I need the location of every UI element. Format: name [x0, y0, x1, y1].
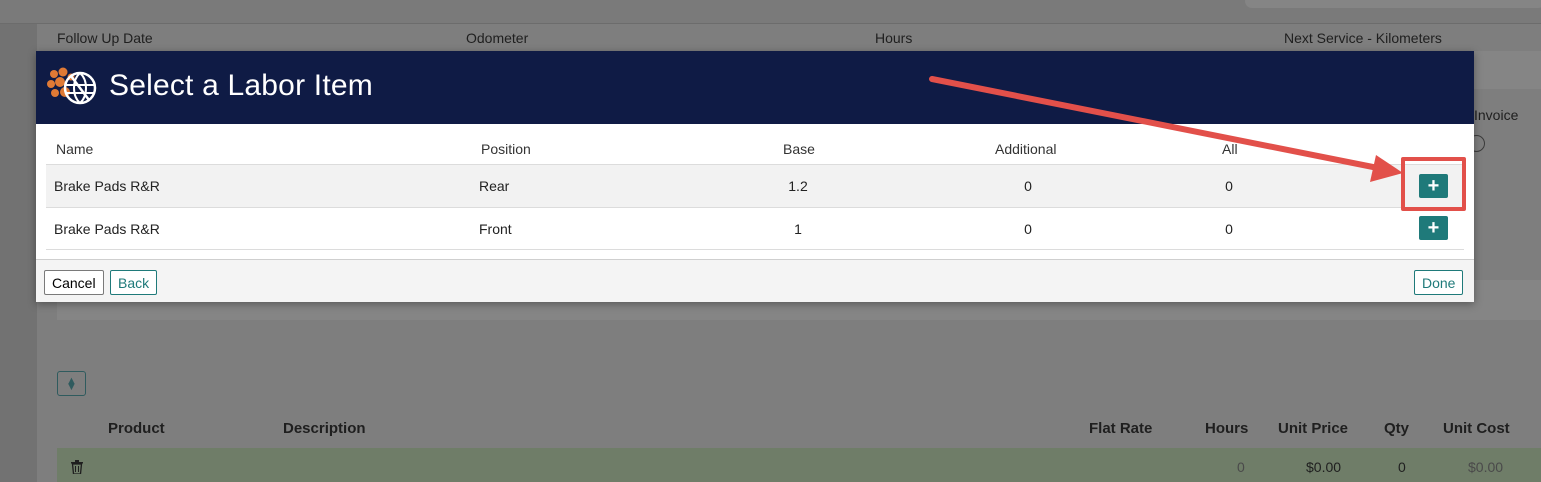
- back-button[interactable]: Back: [110, 270, 158, 295]
- table-row[interactable]: Brake Pads R&R Front 1 0 0 +: [46, 208, 1464, 250]
- row-position: Front: [479, 221, 512, 237]
- odometer-label: Odometer: [466, 30, 529, 46]
- row-additional: 0: [1024, 221, 1032, 237]
- row-all: 0: [1225, 178, 1233, 194]
- company-logo-icon: [47, 67, 97, 105]
- row-position: Rear: [479, 178, 510, 194]
- modal-footer: Cancel Back Done: [36, 259, 1474, 302]
- th-qty: Qty: [1384, 420, 1410, 437]
- col-all: All: [1222, 141, 1238, 157]
- trash-icon: [71, 460, 83, 474]
- background-search-field: [1245, 0, 1541, 8]
- labor-item-modal: Select a Labor Item Name Position Base A…: [36, 51, 1474, 302]
- col-position: Position: [481, 141, 531, 157]
- sort-toggle-button: ▲ ▼: [57, 371, 86, 396]
- row-all: 0: [1225, 221, 1233, 237]
- row-additional: 0: [1024, 178, 1032, 194]
- line-hours: 0: [1237, 459, 1245, 475]
- row-base: 1.2: [788, 178, 808, 194]
- row-divider: [46, 249, 1464, 250]
- add-labor-item-button[interactable]: +: [1419, 216, 1448, 240]
- next-service-label: Next Service - Kilometers: [1284, 30, 1442, 46]
- col-name: Name: [56, 141, 94, 157]
- row-base: 1: [794, 221, 802, 237]
- th-hours: Hours: [1205, 420, 1249, 437]
- th-unit-cost: Unit Cost: [1443, 420, 1510, 437]
- row-name: Brake Pads R&R: [54, 221, 160, 237]
- hours-label: Hours: [875, 30, 913, 46]
- th-product: Product: [108, 420, 165, 437]
- line-unit-price: $0.00: [1306, 459, 1342, 475]
- modal-header: Select a Labor Item: [36, 51, 1474, 124]
- follow-up-date-label: Follow Up Date: [57, 30, 153, 46]
- line-qty: 0: [1398, 459, 1406, 475]
- line-unit-cost: $0.00: [1468, 459, 1504, 475]
- modal-title: Select a Labor Item: [109, 69, 373, 102]
- table-row[interactable]: Brake Pads R&R Rear 1.2 0 0 +: [46, 165, 1464, 207]
- row-name: Brake Pads R&R: [54, 178, 160, 194]
- cancel-button[interactable]: Cancel: [44, 270, 104, 295]
- done-button[interactable]: Done: [1414, 270, 1464, 295]
- background-left-strip: [0, 0, 37, 482]
- th-description: Description: [283, 420, 366, 437]
- col-additional: Additional: [995, 141, 1057, 157]
- th-flat-rate: Flat Rate: [1089, 420, 1153, 437]
- sort-down-icon: ▼: [66, 380, 77, 393]
- th-unit-price: Unit Price: [1278, 420, 1349, 437]
- col-base: Base: [783, 141, 815, 157]
- annotation-highlight-box: [1401, 157, 1466, 211]
- invoice-label: Invoice: [1474, 107, 1519, 123]
